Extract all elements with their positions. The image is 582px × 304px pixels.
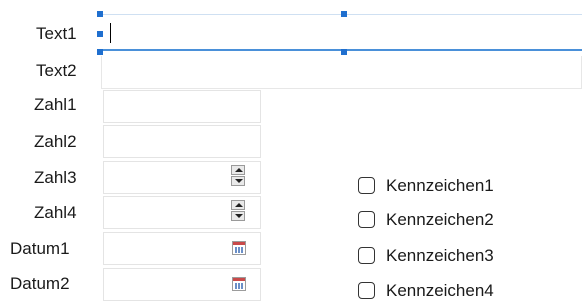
label-datum2: Datum2 xyxy=(10,274,70,293)
zahl1-input[interactable] xyxy=(103,90,261,123)
checkbox-kennzeichen4[interactable] xyxy=(358,282,375,299)
label-text1: Text1 xyxy=(36,24,77,43)
calendar-icon[interactable] xyxy=(232,241,246,255)
spin-up-button[interactable] xyxy=(231,200,245,210)
checkbox-label-kennzeichen3[interactable]: Kennzeichen3 xyxy=(386,245,494,267)
text1-input[interactable] xyxy=(101,15,582,51)
text-caret xyxy=(110,23,111,43)
checkbox-label-kennzeichen4[interactable]: Kennzeichen4 xyxy=(386,280,494,302)
label-zahl2: Zahl2 xyxy=(34,132,77,151)
label-datum1: Datum1 xyxy=(10,239,70,258)
spin-down-button[interactable] xyxy=(231,211,245,221)
label-zahl4: Zahl4 xyxy=(34,203,77,222)
checkbox-kennzeichen3[interactable] xyxy=(358,247,375,264)
text2-input[interactable] xyxy=(101,56,582,89)
label-text2: Text2 xyxy=(36,61,77,80)
selection-handle-mid-left[interactable] xyxy=(97,31,103,37)
calendar-icon[interactable] xyxy=(232,277,246,291)
checkbox-kennzeichen1[interactable] xyxy=(358,177,375,194)
checkbox-label-kennzeichen1[interactable]: Kennzeichen1 xyxy=(386,175,494,197)
zahl2-input[interactable] xyxy=(103,125,261,158)
label-zahl3: Zahl3 xyxy=(34,168,77,187)
spin-up-button[interactable] xyxy=(231,165,245,175)
selection-handle-top-middle[interactable] xyxy=(341,11,347,17)
selection-handle-bottom-left[interactable] xyxy=(97,49,103,55)
checkbox-label-kennzeichen2[interactable]: Kennzeichen2 xyxy=(386,209,494,231)
checkbox-kennzeichen2[interactable] xyxy=(358,211,375,228)
selection-handle-bottom-middle[interactable] xyxy=(341,49,347,55)
selection-handle-top-left[interactable] xyxy=(97,11,103,17)
label-zahl1: Zahl1 xyxy=(34,95,77,114)
up-down-spinner-icon[interactable] xyxy=(231,200,245,221)
spin-down-button[interactable] xyxy=(231,176,245,186)
up-down-spinner-icon[interactable] xyxy=(231,165,245,186)
